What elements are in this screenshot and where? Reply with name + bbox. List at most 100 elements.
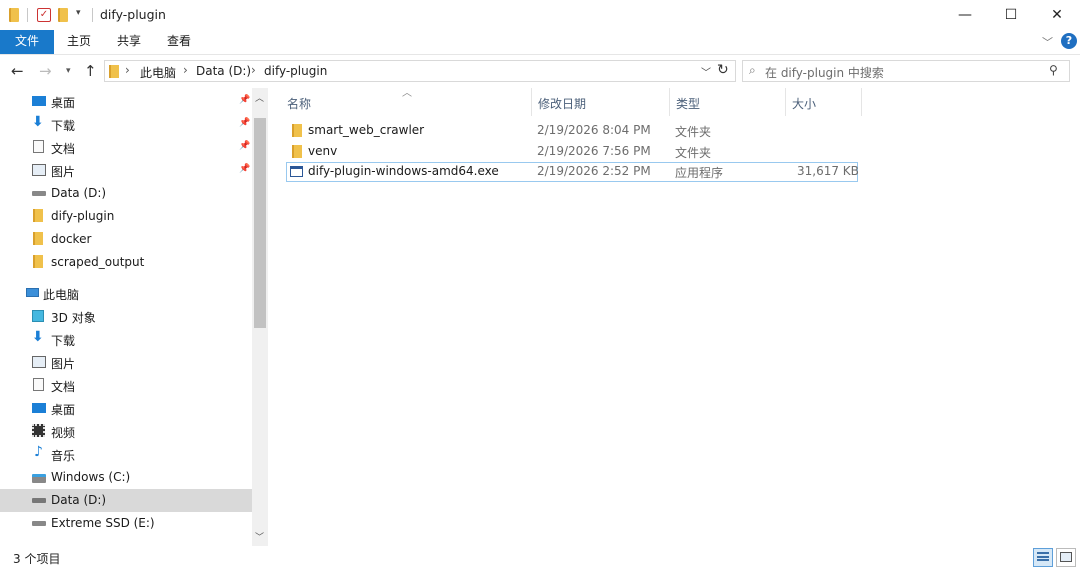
breadcrumb-dify-plugin[interactable]: dify-plugin <box>264 64 327 78</box>
tab-view[interactable]: 查看 <box>158 30 200 54</box>
column-label: 类型 <box>676 97 701 111</box>
drive-icon <box>32 521 46 526</box>
column-header-size[interactable]: 大小 <box>786 88 862 116</box>
search-placeholder: 在 dify-plugin 中搜索 <box>765 66 884 80</box>
tree-item-data-drive-pc[interactable]: Data (D:) <box>0 489 252 512</box>
nav-pane-scrollbar[interactable]: ︿ ﹀ <box>252 88 268 546</box>
pin-icon[interactable]: 📌 <box>239 141 250 151</box>
file-date: 2/19/2026 2:52 PM <box>537 164 651 178</box>
recent-locations-icon[interactable]: ▾ <box>66 66 71 76</box>
breadcrumb-data-drive[interactable]: Data (D:) <box>196 64 251 78</box>
folder-icon <box>109 65 119 78</box>
pictures-icon <box>32 164 46 176</box>
divider <box>27 8 28 22</box>
scroll-up-icon[interactable]: ︿ <box>255 91 264 104</box>
tree-item-pictures-pc[interactable]: 图片 <box>0 351 252 374</box>
forward-icon[interactable]: → <box>39 62 52 80</box>
column-header-name[interactable]: 名称 ︿ <box>270 88 532 116</box>
details-view-icon[interactable] <box>1033 548 1053 567</box>
tree-item-label: 文档 <box>51 380 76 394</box>
navigation-bar: ← → ▾ ↑ › 此电脑 › Data (D:) › dify-plugin … <box>0 55 1080 87</box>
tree-item-docker[interactable]: docker <box>0 228 252 251</box>
tree-item-label: Extreme SSD (E:) <box>51 516 155 530</box>
title-bar: ✓ ▾ dify-plugin — ☐ ✕ <box>0 0 1080 30</box>
column-header-date[interactable]: 修改日期 <box>532 88 670 116</box>
up-icon[interactable]: ↑ <box>84 62 97 80</box>
tree-item-documents[interactable]: 文档 📌 <box>0 136 252 159</box>
pin-icon[interactable]: 📌 <box>239 95 250 105</box>
folder-icon <box>292 124 302 137</box>
documents-icon <box>33 140 44 153</box>
folder-icon <box>33 232 43 245</box>
search-input[interactable]: ⌕ 在 dify-plugin 中搜索 ⚲ <box>742 60 1070 82</box>
status-bar: 3 个项目 <box>0 546 1080 569</box>
table-row[interactable]: venv 2/19/2026 7:56 PM 文件夹 <box>286 142 858 162</box>
tree-item-downloads-pc[interactable]: ⬇ 下载 <box>0 328 252 351</box>
desktop-icon <box>32 96 46 106</box>
tree-item-label: 文档 <box>51 142 76 156</box>
tree-item-3d-objects[interactable]: 3D 对象 <box>0 305 252 328</box>
address-dropdown-icon[interactable]: ﹀ <box>701 64 711 79</box>
column-label: 名称 <box>287 97 312 111</box>
minimize-button[interactable]: — <box>942 0 988 30</box>
back-icon[interactable]: ← <box>11 62 24 80</box>
tree-item-data-drive[interactable]: Data (D:) <box>0 182 252 205</box>
new-folder-icon[interactable] <box>58 8 72 22</box>
tree-item-pictures[interactable]: 图片 📌 <box>0 159 252 182</box>
breadcrumb-separator[interactable]: › <box>125 63 130 77</box>
ribbon-tabs: 文件 主页 共享 查看 ﹀ ? <box>0 30 1080 54</box>
breadcrumb-separator[interactable]: › <box>251 63 256 77</box>
customize-toolbar-icon[interactable]: ▾ <box>76 8 90 22</box>
file-date: 2/19/2026 8:04 PM <box>537 123 651 137</box>
drive-icon <box>32 498 46 503</box>
tree-item-extreme-ssd[interactable]: Extreme SSD (E:) <box>0 512 252 535</box>
expand-ribbon-icon[interactable]: ﹀ <box>1042 34 1053 50</box>
file-type: 文件夹 <box>675 146 712 160</box>
tree-item-label: 视频 <box>51 426 76 440</box>
tree-item-documents-pc[interactable]: 文档 <box>0 374 252 397</box>
scrollbar-thumb[interactable] <box>254 118 266 328</box>
tab-home[interactable]: 主页 <box>58 30 100 54</box>
close-button[interactable]: ✕ <box>1034 0 1080 30</box>
table-row[interactable]: smart_web_crawler 2/19/2026 8:04 PM 文件夹 <box>286 121 858 141</box>
tree-item-label: 图片 <box>51 357 76 371</box>
tree-item-label: scraped_output <box>51 255 145 269</box>
navigation-pane: 桌面 📌 ⬇ 下载 📌 文档 📌 图片 📌 Data (D:) dify-plu… <box>0 88 252 544</box>
tab-share[interactable]: 共享 <box>108 30 150 54</box>
tree-item-downloads[interactable]: ⬇ 下载 📌 <box>0 113 252 136</box>
breadcrumb-this-pc[interactable]: 此电脑 <box>140 64 176 81</box>
address-bar[interactable]: › 此电脑 › Data (D:) › dify-plugin ﹀ <box>104 60 736 82</box>
properties-icon[interactable]: ✓ <box>37 8 51 22</box>
executable-icon <box>290 166 303 177</box>
file-type: 文件夹 <box>675 125 712 139</box>
column-label: 大小 <box>792 97 817 111</box>
refresh-icon[interactable]: ↻ <box>717 62 729 78</box>
tree-item-dify-plugin[interactable]: dify-plugin <box>0 205 252 228</box>
folder-icon <box>292 145 302 158</box>
tree-item-scraped-output[interactable]: scraped_output <box>0 251 252 274</box>
tree-item-desktop-pc[interactable]: 桌面 <box>0 397 252 420</box>
maximize-button[interactable]: ☐ <box>988 0 1034 30</box>
file-size: 31,617 KB <box>797 164 859 178</box>
tree-item-windows-drive[interactable]: Windows (C:) <box>0 466 252 489</box>
folder-icon <box>33 209 43 222</box>
tree-item-this-pc[interactable]: 此电脑 <box>0 282 252 305</box>
item-count: 3 个项目 <box>13 552 61 566</box>
column-header-type[interactable]: 类型 <box>670 88 786 116</box>
pictures-icon <box>32 356 46 368</box>
breadcrumb-separator[interactable]: › <box>183 63 188 77</box>
scroll-down-icon[interactable]: ﹀ <box>255 530 264 543</box>
pin-icon[interactable]: 📌 <box>239 164 250 174</box>
help-icon[interactable]: ? <box>1061 33 1077 49</box>
folder-icon <box>9 8 23 22</box>
search-icon[interactable]: ⚲ <box>1049 63 1058 77</box>
divider <box>92 8 93 22</box>
tree-item-label: 3D 对象 <box>51 311 96 325</box>
table-row[interactable]: dify-plugin-windows-amd64.exe 2/19/2026 … <box>286 162 859 182</box>
large-icons-view-icon[interactable] <box>1056 548 1076 567</box>
tree-item-videos[interactable]: 视频 <box>0 420 252 443</box>
tree-item-music[interactable]: ♪ 音乐 <box>0 443 252 466</box>
tab-file[interactable]: 文件 <box>0 30 54 54</box>
tree-item-desktop[interactable]: 桌面 📌 <box>0 90 252 113</box>
pin-icon[interactable]: 📌 <box>239 118 250 128</box>
